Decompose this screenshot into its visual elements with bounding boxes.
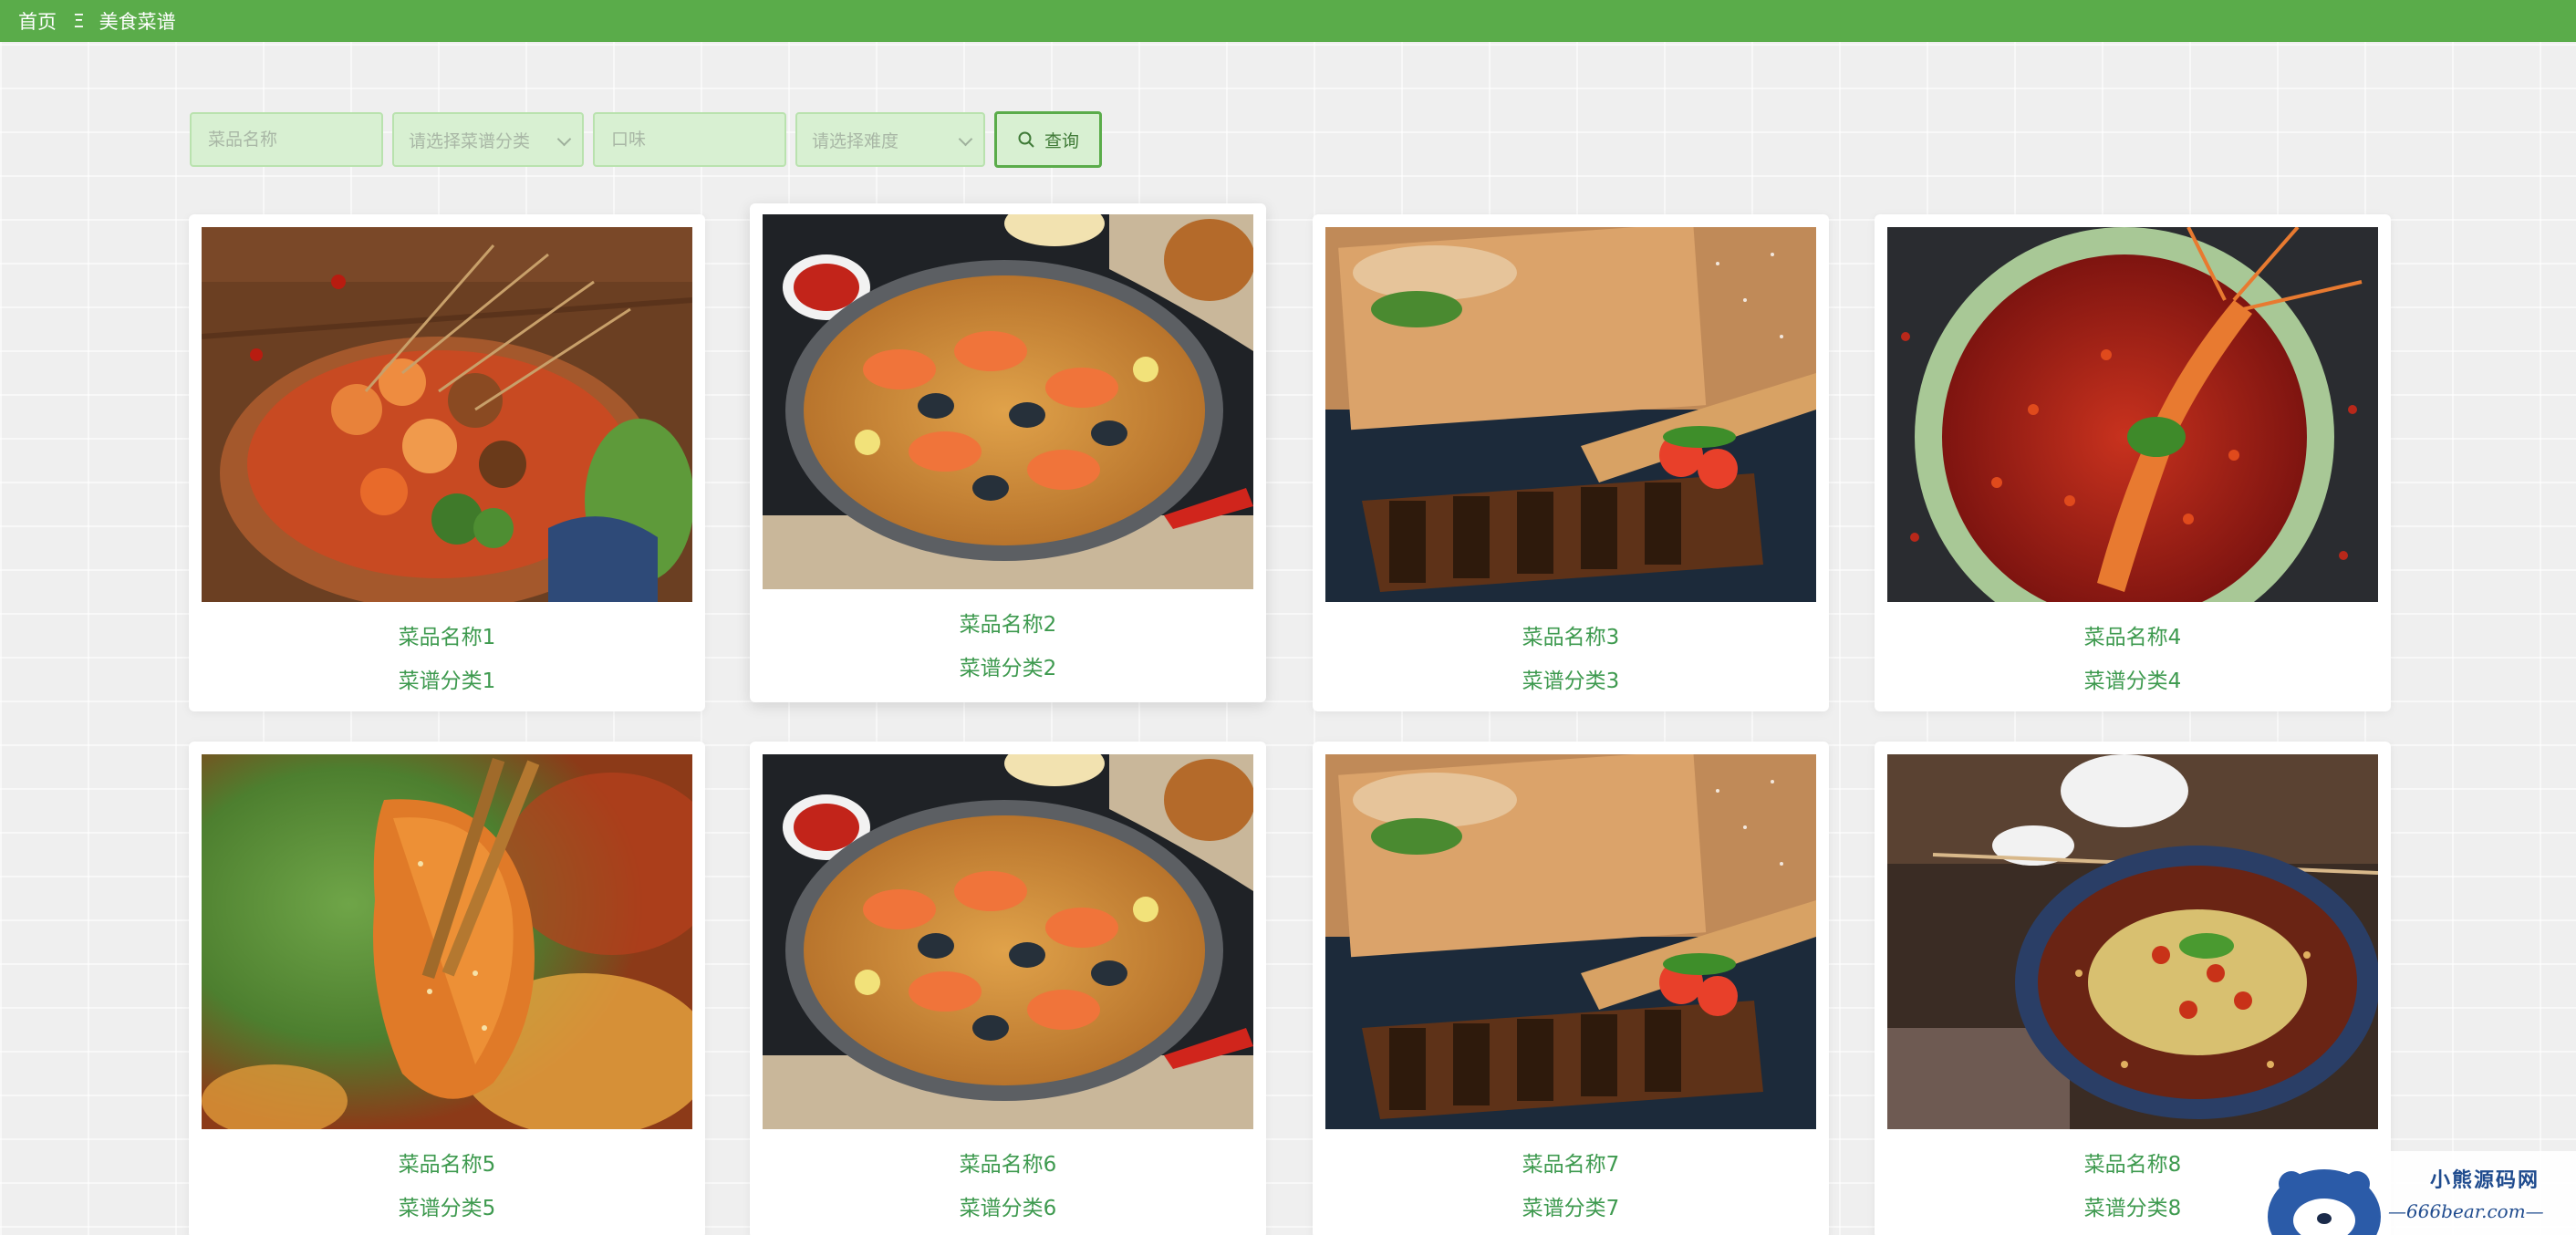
recipe-photo-paella[interactable] bbox=[763, 214, 1253, 589]
watermark: 小熊源码网 —666bear.com— bbox=[2260, 1151, 2576, 1235]
watermark-title: 小熊源码网 bbox=[2430, 1168, 2540, 1192]
recipe-name[interactable]: 菜品名称6 bbox=[750, 1147, 1266, 1178]
recipe-photo-lobster[interactable] bbox=[1887, 227, 2378, 602]
recipe-category: 菜谱分类3 bbox=[1522, 669, 1620, 693]
recipe-name[interactable]: 菜品名称1 bbox=[189, 619, 705, 650]
recipe-name[interactable]: 菜品名称2 bbox=[750, 607, 1266, 638]
breadcrumb-current[interactable]: 美食菜谱 bbox=[99, 7, 176, 35]
bear-logo-icon bbox=[2268, 1169, 2381, 1235]
recipe-category: 菜谱分类7 bbox=[1522, 1197, 1620, 1220]
breadcrumb-home[interactable]: 首页 bbox=[18, 7, 57, 35]
category-select[interactable]: 请选择菜谱分类 bbox=[392, 112, 584, 167]
recipe-name[interactable]: 菜品名称4 bbox=[1875, 619, 2391, 650]
dish-name-field[interactable] bbox=[190, 112, 383, 167]
recipe-card[interactable]: 菜品名称3 菜谱分类3 bbox=[1313, 214, 1829, 711]
recipe-name[interactable]: 菜品名称7 bbox=[1313, 1147, 1829, 1178]
chevron-down-icon bbox=[556, 131, 572, 147]
recipe-card[interactable]: 菜品名称6 菜谱分类6 bbox=[750, 742, 1266, 1235]
top-nav-bar: 首页 Ξ 美食菜谱 bbox=[0, 0, 2576, 42]
recipe-category: 菜谱分类2 bbox=[959, 657, 1057, 680]
recipe-photo-eel[interactable] bbox=[1325, 754, 1816, 1129]
search-icon bbox=[1018, 131, 1034, 148]
search-button-label: 查询 bbox=[1044, 130, 1079, 151]
recipe-card[interactable]: 菜品名称4 菜谱分类4 bbox=[1875, 214, 2391, 711]
menu-icon[interactable]: Ξ bbox=[73, 10, 85, 32]
filter-bar: 请选择菜谱分类 请选择难度 查询 bbox=[190, 111, 1102, 168]
recipe-photo-shrimp[interactable] bbox=[202, 754, 692, 1129]
recipe-name[interactable]: 菜品名称5 bbox=[189, 1147, 705, 1178]
taste-input[interactable] bbox=[609, 129, 770, 150]
chevron-down-icon bbox=[958, 131, 973, 147]
recipe-name[interactable]: 菜品名称3 bbox=[1313, 619, 1829, 650]
recipe-photo-skewers[interactable] bbox=[202, 227, 692, 602]
taste-field[interactable] bbox=[593, 112, 786, 167]
recipe-card[interactable]: 菜品名称2 菜谱分类2 bbox=[750, 203, 1266, 702]
recipe-category: 菜谱分类5 bbox=[398, 1197, 496, 1220]
dish-name-input[interactable] bbox=[206, 129, 367, 150]
difficulty-select-placeholder: 请选择难度 bbox=[812, 130, 899, 151]
category-select-placeholder: 请选择菜谱分类 bbox=[409, 130, 531, 151]
recipe-category: 菜谱分类6 bbox=[959, 1197, 1057, 1220]
recipe-card[interactable]: 菜品名称7 菜谱分类7 bbox=[1313, 742, 1829, 1235]
search-button[interactable]: 查询 bbox=[994, 111, 1102, 168]
recipe-photo-paella[interactable] bbox=[763, 754, 1253, 1129]
recipe-photo-chili-oil[interactable] bbox=[1887, 754, 2378, 1129]
recipe-category: 菜谱分类1 bbox=[398, 669, 496, 693]
recipe-card[interactable]: 菜品名称5 菜谱分类5 bbox=[189, 742, 705, 1235]
difficulty-select[interactable]: 请选择难度 bbox=[795, 112, 985, 167]
watermark-url: —666bear.com— bbox=[2388, 1200, 2544, 1222]
recipe-card[interactable]: 菜品名称1 菜谱分类1 bbox=[189, 214, 705, 711]
recipe-photo-eel[interactable] bbox=[1325, 227, 1816, 602]
recipe-category: 菜谱分类4 bbox=[2083, 669, 2182, 693]
